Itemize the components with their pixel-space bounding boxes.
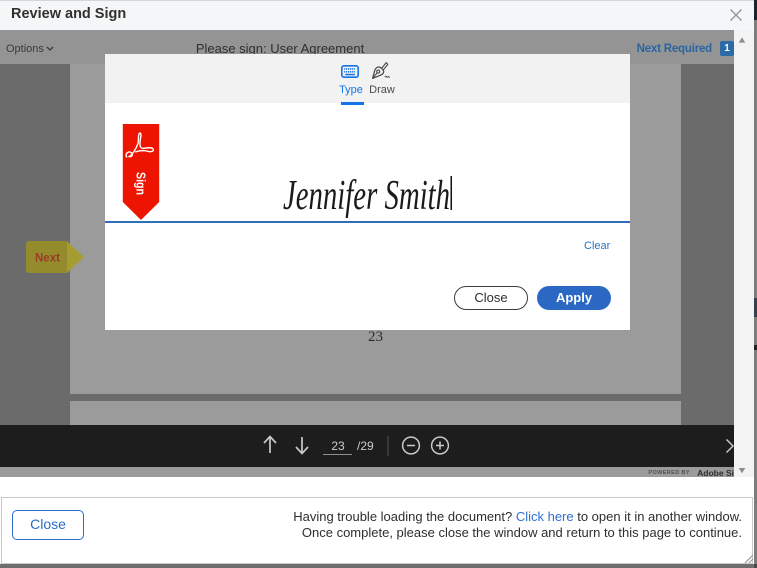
svg-text:Next: Next [35, 253, 60, 265]
svg-text:/29: /29 [357, 439, 374, 453]
svg-text:23: 23 [331, 439, 345, 453]
svg-text:Jennifer Smith: Jennifer Smith [283, 173, 450, 219]
